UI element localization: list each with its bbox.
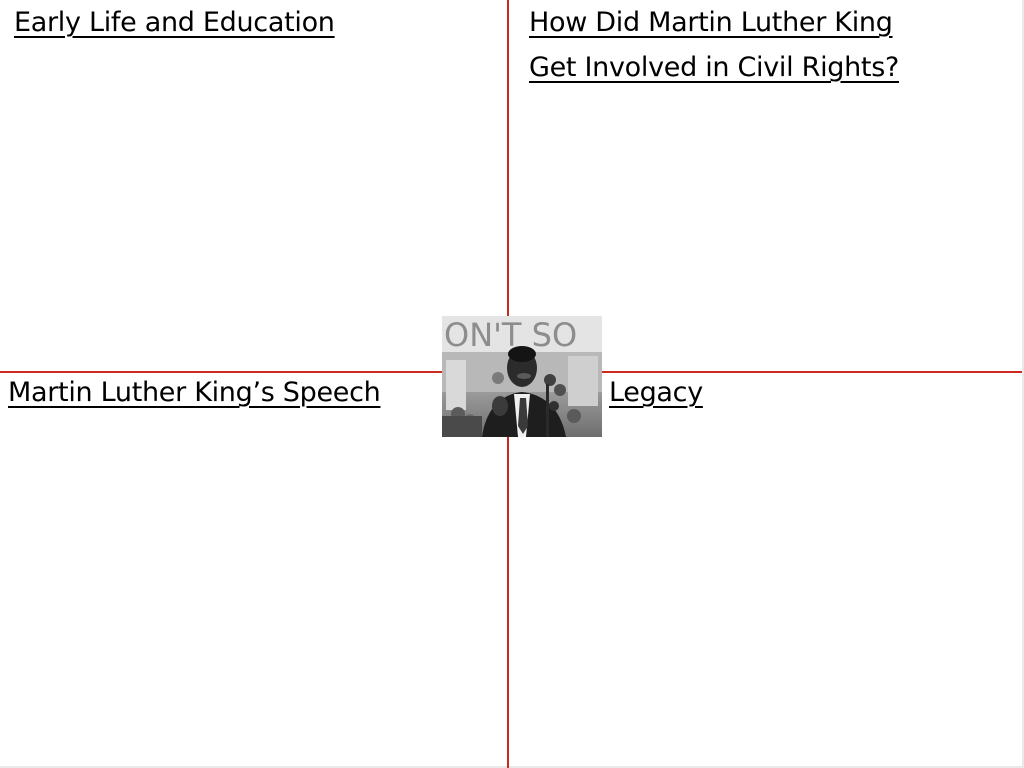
- quadrant-heading-civil-rights: How Did Martin Luther King Get Involved …: [529, 0, 899, 90]
- heading-text: Legacy: [609, 377, 703, 408]
- quadrant-heading-legacy: Legacy: [609, 370, 703, 415]
- speaker-hair: [508, 346, 536, 362]
- column-right: [568, 356, 598, 406]
- protest-sign-text: ON'T SO: [444, 316, 577, 354]
- microphone: [554, 384, 566, 396]
- column-left: [446, 360, 466, 410]
- speaker-hand: [492, 396, 508, 416]
- crowd-head: [492, 372, 504, 384]
- heading-text: Martin Luther King’s Speech: [8, 377, 381, 408]
- microphone: [544, 374, 556, 386]
- microphone-stand: [546, 384, 549, 437]
- mlk-speaking-photo: ON'T SO: [442, 316, 602, 437]
- crowd-head: [567, 409, 581, 423]
- speaker-mouth: [517, 373, 531, 379]
- quadrant-heading-speech: Martin Luther King’s Speech: [8, 370, 381, 415]
- microphone: [549, 401, 559, 411]
- photo-illustration: ON'T SO: [442, 316, 602, 437]
- heading-text: Early Life and Education: [14, 7, 335, 38]
- slide-canvas: Early Life and Education How Did Martin …: [0, 0, 1024, 768]
- quadrant-heading-early-life: Early Life and Education: [14, 0, 335, 45]
- crowd-bodies: [442, 416, 482, 437]
- heading-text-line-1: How Did Martin Luther King: [529, 7, 893, 38]
- heading-text-line-2: Get Involved in Civil Rights?: [529, 52, 899, 83]
